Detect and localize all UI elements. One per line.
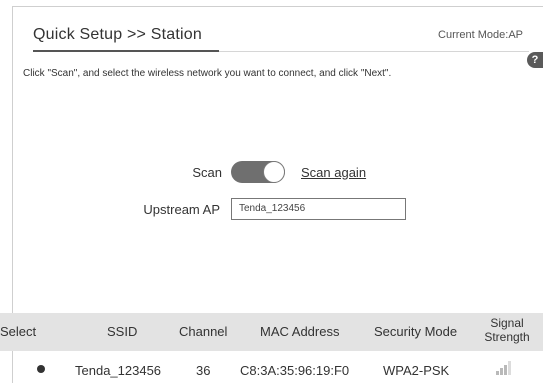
scan-toggle[interactable] [231, 161, 285, 183]
signal-bar-4 [508, 361, 511, 375]
row-security-mode: WPA2-PSK [383, 363, 450, 378]
scan-label: Scan [192, 165, 222, 180]
column-header-signal-line2: Strength [484, 330, 530, 344]
column-header-signal-line1: Signal [490, 316, 524, 330]
help-icon[interactable]: ? [527, 52, 543, 68]
instructions-text: Click "Scan", and select the wireless ne… [23, 68, 392, 79]
row-mac-address: C8:3A:35:96:19:F0 [240, 363, 350, 378]
title-divider [219, 51, 529, 52]
signal-bar-3 [504, 365, 507, 375]
page-title: Quick Setup >> Station [33, 26, 202, 43]
row-ssid: Tenda_123456 [75, 363, 162, 378]
row-select-radio[interactable] [37, 365, 45, 373]
signal-bar-2 [500, 368, 503, 375]
title-underline [33, 50, 219, 52]
column-header-ssid: SSID [107, 324, 138, 339]
upstream-ap-label: Upstream AP [143, 202, 220, 217]
signal-strength-icon [496, 361, 514, 375]
upstream-ap-input[interactable]: Tenda_123456 [231, 198, 406, 220]
column-header-mac: MAC Address [260, 324, 340, 339]
column-header-select: Select [0, 324, 37, 339]
toggle-knob [263, 161, 285, 183]
current-mode-label: Current Mode:AP [438, 29, 523, 41]
column-header-security: Security Mode [374, 324, 458, 339]
column-header-signal: Signal Strength [474, 316, 540, 344]
scan-again-link[interactable]: Scan again [301, 165, 366, 180]
column-header-channel: Channel [179, 324, 228, 339]
signal-bar-1 [496, 371, 499, 375]
row-channel: 36 [196, 363, 211, 378]
